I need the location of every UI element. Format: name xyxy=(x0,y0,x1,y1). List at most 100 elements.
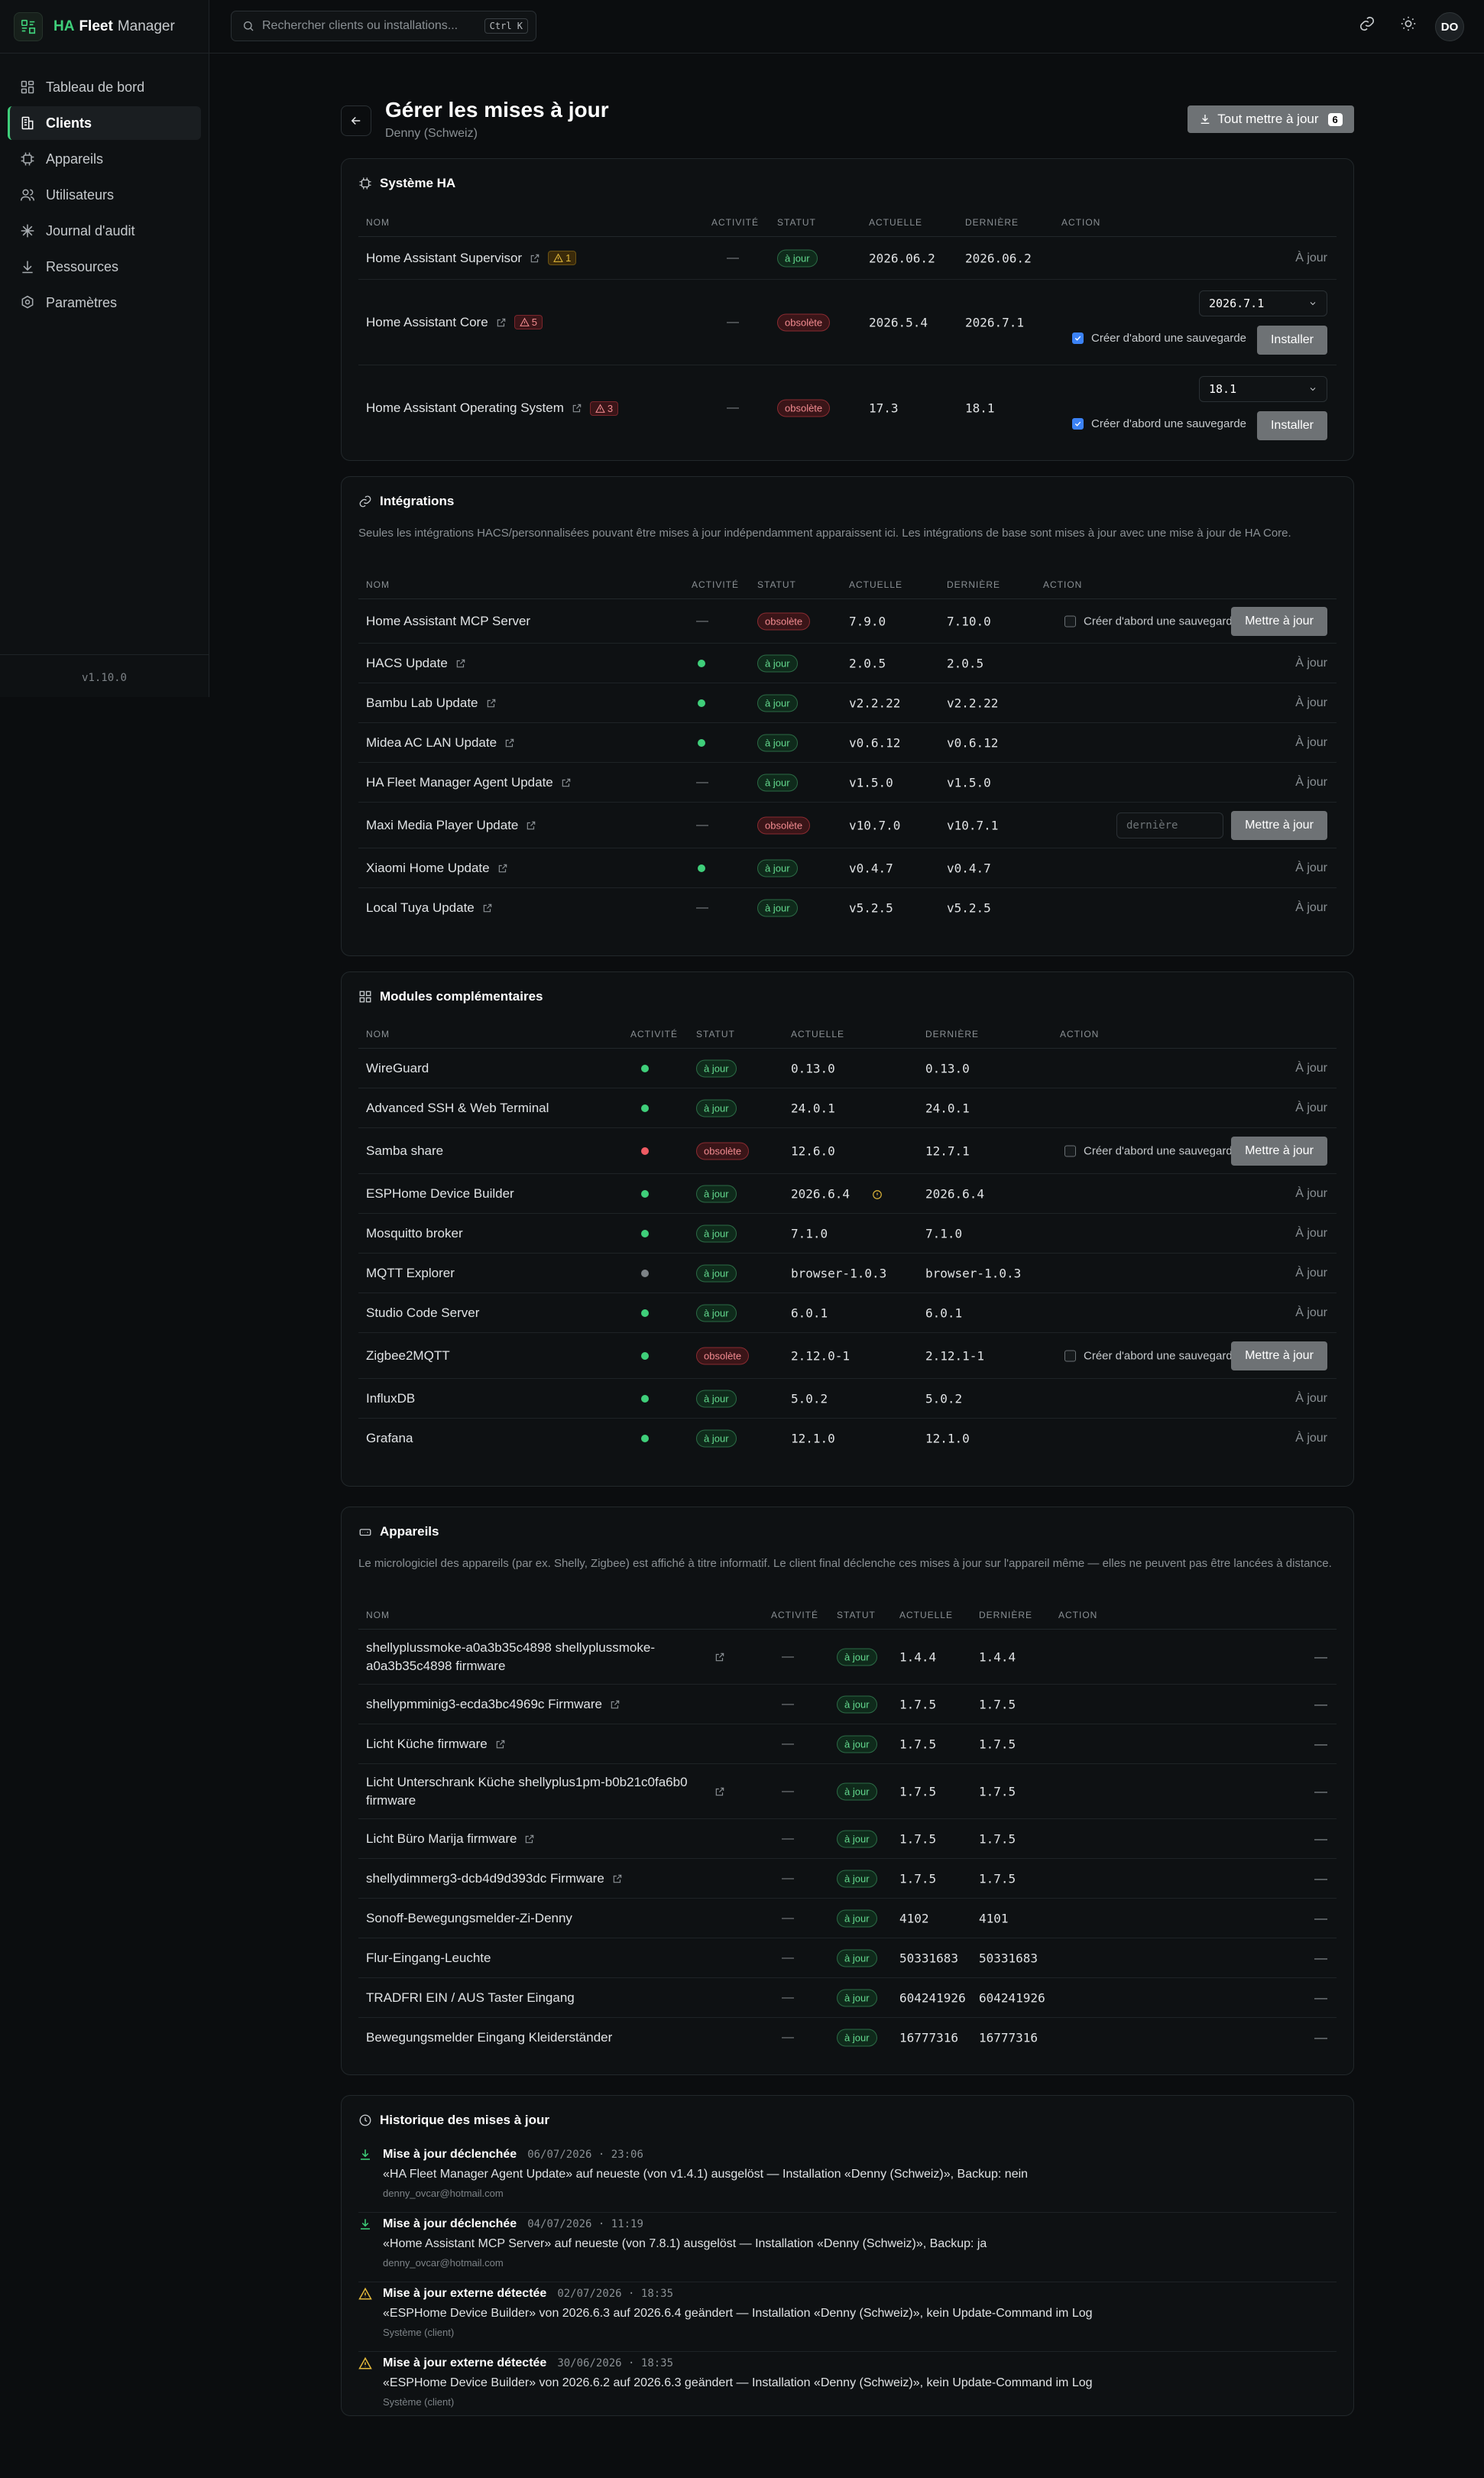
history-timestamp: 02/07/2026 · 18:35 xyxy=(557,2288,674,2300)
warning-icon xyxy=(519,317,530,326)
external-link-icon[interactable] xyxy=(530,253,540,264)
row-name: WireGuard xyxy=(366,1060,429,1075)
external-link-icon[interactable] xyxy=(561,777,572,788)
table-row: InfluxDB à jour 5.0.2 5.0.2 À jour xyxy=(358,1379,1337,1419)
current-version: v2.2.22 xyxy=(849,696,901,710)
external-link-icon[interactable] xyxy=(524,1834,535,1844)
status-badge: à jour xyxy=(696,1429,737,1448)
table-row: shellyplussmoke-a0a3b35c4898 shellypluss… xyxy=(358,1630,1337,1685)
external-link-icon[interactable] xyxy=(455,658,466,669)
latest-version: 604241926 xyxy=(979,1990,1045,2005)
external-link-icon[interactable] xyxy=(610,1699,620,1710)
history-icon xyxy=(358,2356,372,2370)
backup-checkbox[interactable]: Créer d'abord une sauvegarde xyxy=(1072,417,1246,430)
sidebar-item-settings[interactable]: Paramètres xyxy=(8,286,201,319)
avatar[interactable]: DO xyxy=(1435,12,1464,41)
current-version: 1.7.5 xyxy=(899,1697,937,1711)
external-link-icon[interactable] xyxy=(504,738,515,748)
status-badge: à jour xyxy=(837,2029,877,2047)
up-to-date-label: À jour xyxy=(1295,656,1327,670)
check-icon xyxy=(1074,336,1081,341)
status-badge: à jour xyxy=(837,1949,877,1967)
external-link-icon[interactable] xyxy=(714,1786,725,1797)
download-icon xyxy=(361,2149,370,2160)
activity-none: — xyxy=(782,1831,794,1845)
external-link-icon[interactable] xyxy=(497,863,508,874)
history-item: Mise à jour externe détectée 30/06/2026 ·… xyxy=(358,2352,1337,2421)
update-button[interactable]: Mettre à jour xyxy=(1231,1341,1327,1370)
row-name: Licht Küche firmware xyxy=(366,1737,506,1752)
backup-checkbox[interactable]: Créer d'abord une sauvegarde xyxy=(1064,615,1239,628)
history-timestamp: 06/07/2026 · 23:06 xyxy=(527,2149,643,2161)
search-input[interactable]: Rechercher clients ou installations... C… xyxy=(231,11,536,41)
update-all-button[interactable]: Tout mettre à jour 6 xyxy=(1188,105,1354,133)
link-icon xyxy=(1359,16,1375,31)
table-header: NOM ACTIVITÉ STATUT ACTUELLE DERNIÈRE AC… xyxy=(358,570,1337,599)
latest-version: v2.2.22 xyxy=(947,696,999,710)
version-select[interactable]: 2026.7.1 xyxy=(1199,290,1327,316)
row-name: Licht Unterschrank Küche shellyplus1pm-b… xyxy=(366,1773,725,1810)
version-select[interactable]: 18.1 xyxy=(1199,376,1327,402)
sidebar-item-devices[interactable]: Appareils xyxy=(8,142,201,176)
row-name: Bewegungsmelder Eingang Kleiderständer xyxy=(366,2030,613,2045)
row-name: Flur-Eingang-Leuchte xyxy=(366,1950,491,1965)
activity-none: — xyxy=(696,614,708,628)
current-version: v5.2.5 xyxy=(849,900,893,916)
table-row: shellydimmerg3-dcb4d9d393dc Firmware — à j… xyxy=(358,1859,1337,1899)
row-name: Zigbee2MQTT xyxy=(366,1348,450,1363)
status-badge: à jour xyxy=(757,899,798,917)
backup-checkbox[interactable]: Créer d'abord une sauvegarde xyxy=(1072,332,1246,345)
no-action: — xyxy=(1314,1736,1327,1751)
backup-checkbox[interactable]: Créer d'abord une sauvegarde xyxy=(1064,1349,1239,1362)
current-version: 2.12.0-1 xyxy=(791,1348,851,1363)
up-to-date-label: À jour xyxy=(1295,1226,1327,1240)
activity-none: — xyxy=(782,2031,794,2044)
external-link-icon[interactable] xyxy=(495,1739,506,1750)
card-description: Le micrologiciel des appareils (par ex. … xyxy=(358,1557,1332,1570)
external-link-icon[interactable] xyxy=(482,903,493,913)
brand[interactable]: HA Fleet Manager xyxy=(0,0,209,54)
card-title: Modules complémentaires xyxy=(358,989,543,1004)
version-input[interactable]: dernière xyxy=(1116,812,1223,838)
history-card: Historique des mises à jour Mise à jour … xyxy=(341,2095,1354,2416)
logo-icon xyxy=(14,11,43,41)
activity-dot xyxy=(641,1351,649,1360)
table-row: Home Assistant Core 5 — obsolète 2026.5.… xyxy=(358,280,1337,365)
status-badge: à jour xyxy=(837,1870,877,1887)
sidebar-item-audit-log[interactable]: Journal d'audit xyxy=(8,214,201,248)
activity-dot xyxy=(698,659,705,667)
sidebar-item-resources[interactable]: Ressources xyxy=(8,250,201,284)
no-action: — xyxy=(1314,1870,1327,1886)
external-link-icon[interactable] xyxy=(714,1652,725,1662)
table-row: Advanced SSH & Web Terminal à jour 24.0.1 2… xyxy=(358,1088,1337,1128)
latest-version: 1.7.5 xyxy=(979,1697,1016,1711)
status-badge: à jour xyxy=(696,1304,737,1322)
update-button[interactable]: Mettre à jour xyxy=(1231,1136,1327,1166)
link-button[interactable] xyxy=(1359,15,1380,37)
install-button[interactable]: Installer xyxy=(1257,326,1327,355)
latest-version: 1.7.5 xyxy=(979,1737,1016,1751)
up-to-date-label: À jour xyxy=(1295,861,1327,874)
sidebar-item-clients[interactable]: Clients xyxy=(8,106,201,140)
sidebar-item-dashboard[interactable]: Tableau de bord xyxy=(8,70,201,104)
external-link-icon[interactable] xyxy=(486,698,497,709)
external-link-icon[interactable] xyxy=(526,820,536,831)
backup-checkbox[interactable]: Créer d'abord une sauvegarde xyxy=(1064,1144,1239,1157)
status-badge: à jour xyxy=(837,1782,877,1800)
sidebar-item-users[interactable]: Utilisateurs xyxy=(8,178,201,212)
info-icon[interactable] xyxy=(872,1189,883,1199)
history-text: «ESPHome Device Builder» von 2026.6.3 au… xyxy=(383,2307,1093,2320)
back-button[interactable] xyxy=(341,105,371,136)
update-button[interactable]: Mettre à jour xyxy=(1231,810,1327,840)
external-link-icon[interactable] xyxy=(612,1873,623,1884)
latest-version: 0.13.0 xyxy=(925,1061,970,1075)
external-link-icon[interactable] xyxy=(572,403,582,414)
theme-toggle-button[interactable] xyxy=(1400,15,1421,37)
table-header: NOM ACTIVITÉ STATUT ACTUELLE DERNIÈRE AC… xyxy=(358,208,1337,237)
current-version: 2026.6.4 xyxy=(791,1186,851,1201)
external-link-icon[interactable] xyxy=(496,317,507,328)
install-button[interactable]: Installer xyxy=(1257,411,1327,440)
update-button[interactable]: Mettre à jour xyxy=(1231,606,1327,636)
table-row: Home Assistant MCP Server — obsolète 7.9.0 7… xyxy=(358,599,1337,644)
activity-none: — xyxy=(782,1697,794,1711)
